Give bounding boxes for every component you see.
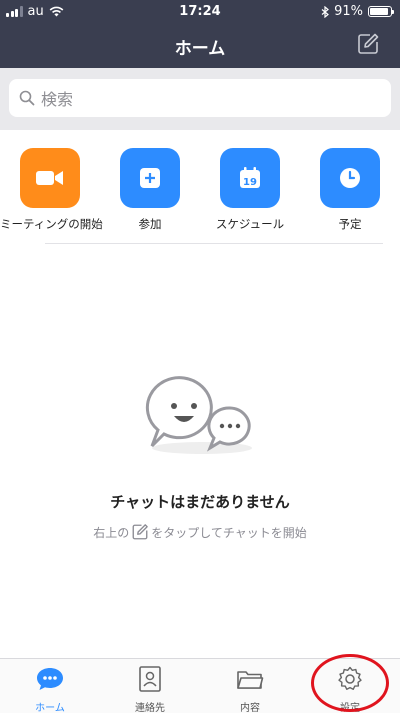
plus-square-icon (140, 168, 160, 188)
empty-state-hint: 右上の をタップしてチャットを開始 (0, 523, 400, 541)
empty-chat-illustration (145, 376, 252, 454)
search-placeholder: 検索 (41, 90, 74, 109)
page-title: ホーム (174, 39, 226, 59)
schedule-tile[interactable]: 19 (220, 148, 280, 208)
tab-home-label: ホーム (35, 703, 65, 713)
contacts-icon (139, 666, 161, 692)
schedule-label: スケジュール (215, 217, 285, 231)
upcoming-tile[interactable] (320, 148, 380, 208)
highlight-circle (311, 654, 389, 712)
tab-content[interactable]: 内容 (200, 665, 300, 713)
tab-home[interactable]: ホーム (0, 665, 100, 713)
battery-percent: 91% (334, 4, 363, 19)
video-camera-icon (36, 171, 63, 185)
bluetooth-icon (321, 5, 330, 18)
start-meeting-label: ミーティングの開始 (0, 217, 103, 231)
status-bar: au 17:24 91% (0, 0, 400, 24)
upcoming-label: 予定 (338, 217, 362, 231)
hint-text-before: 右上の (93, 525, 130, 540)
start-meeting-button[interactable]: ミーティングの開始 (0, 148, 103, 232)
join-label: 参加 (138, 217, 162, 231)
folder-icon (237, 671, 264, 689)
search-input[interactable]: 検索 (9, 79, 391, 117)
search-section: 検索 (0, 68, 400, 130)
join-tile[interactable] (120, 148, 180, 208)
empty-state-title: チャットはまだありません (110, 493, 290, 511)
compose-icon[interactable] (356, 32, 380, 56)
tab-contacts[interactable]: 連絡先 (100, 665, 200, 713)
upcoming-button[interactable]: 予定 (300, 148, 400, 232)
top-bar: au 17:24 91% ホーム (0, 0, 400, 68)
tab-content-label: 内容 (240, 703, 260, 713)
schedule-button[interactable]: 19 スケジュール (200, 148, 300, 232)
clock-icon (340, 168, 360, 188)
calendar-icon: 19 (240, 167, 260, 188)
divider (45, 243, 383, 244)
hint-text-after: をタップしてチャットを開始 (151, 525, 307, 540)
join-button[interactable]: 参加 (100, 148, 200, 232)
tab-contacts-label: 連絡先 (135, 703, 165, 713)
battery-fill (370, 8, 389, 15)
status-right: 91% (321, 4, 394, 19)
start-meeting-tile[interactable] (20, 148, 80, 208)
battery-icon (368, 6, 394, 17)
search-icon (19, 90, 35, 106)
compose-icon (132, 524, 149, 540)
svg-text:19: 19 (243, 177, 257, 188)
action-grid: ミーティングの開始 参加 19 スケジュール 予定 (0, 148, 400, 231)
chat-bubble-icon (37, 668, 63, 690)
